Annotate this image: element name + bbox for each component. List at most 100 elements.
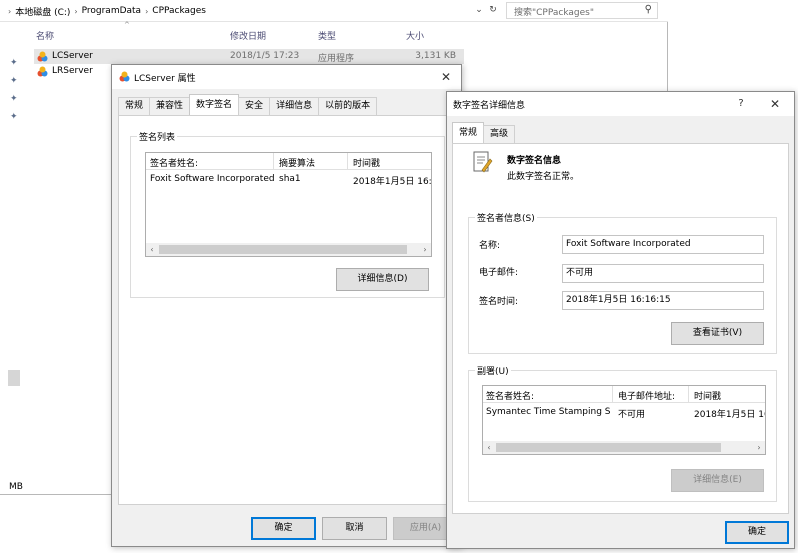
name-field[interactable]: Foxit Software Incorporated <box>562 235 764 254</box>
group-label: 签名列表 <box>137 130 178 143</box>
search-icon[interactable]: ⚲ <box>645 4 652 15</box>
signer-info-group: 签名者信息(S) 名称: Foxit Software Incorporated… <box>468 211 777 354</box>
column-header-name[interactable]: 名称 <box>36 29 54 42</box>
chevron-right-icon: › <box>145 6 149 16</box>
view-certificate-button[interactable]: 查看证书(V) <box>671 322 764 345</box>
tab-bar: 常规 高级 <box>452 122 516 143</box>
tab-details[interactable]: 详细信息 <box>269 97 320 115</box>
chevron-left-icon[interactable]: ‹ <box>483 442 495 453</box>
column-header-date[interactable]: 修改日期 <box>230 29 266 42</box>
horizontal-scrollbar[interactable]: ‹ › <box>146 243 431 256</box>
info-title: 数字签名信息 <box>507 156 562 166</box>
column-separator[interactable] <box>688 386 689 403</box>
application-icon <box>37 66 48 77</box>
tab-panel: 数字签名信息 此数字签名正常。 签名者信息(S) 名称: Foxit Softw… <box>452 143 789 514</box>
email-field[interactable]: 不可用 <box>562 264 764 283</box>
pin-icon[interactable]: ✦ <box>10 112 18 122</box>
file-name: LCServer <box>52 51 93 61</box>
list-item[interactable]: Foxit Software Incorporated sha1 2018年1月… <box>146 171 431 188</box>
timestamp: 2018年1月5日 16:... <box>353 177 431 187</box>
list-item[interactable]: Symantec Time Stamping S... 不可用 2018年1月5… <box>483 404 765 421</box>
tab-panel: 签名列表 签名者姓名: 摘要算法 时间戳 Foxit Software Inco… <box>118 115 455 505</box>
close-icon[interactable]: ✕ <box>437 68 455 86</box>
scrollbar-thumb[interactable] <box>159 245 407 254</box>
close-icon[interactable]: ✕ <box>766 95 784 113</box>
tab-general[interactable]: 常规 <box>452 122 485 143</box>
nav-pane-selection <box>8 370 20 386</box>
pin-icon[interactable]: ✦ <box>10 58 18 68</box>
countersignature-list[interactable]: 签名者姓名: 电子邮件地址: 时间戳 Symantec Time Stampin… <box>482 385 766 455</box>
dialog-titlebar[interactable]: 数字签名详细信息 ? ✕ <box>447 92 794 116</box>
help-icon[interactable]: ? <box>732 95 750 113</box>
tab-security[interactable]: 安全 <box>238 97 271 115</box>
breadcrumb-item[interactable]: 本地磁盘 (C:) <box>15 5 70 18</box>
signer-name: Symantec Time Stamping S... <box>486 407 610 417</box>
countersignatures-group: 副署(U) 签名者姓名: 电子邮件地址: 时间戳 Symantec Time S… <box>468 364 777 502</box>
chevron-down-icon[interactable]: ⌄ <box>472 3 486 18</box>
ok-button[interactable]: 确定 <box>725 521 789 544</box>
signing-time-field[interactable]: 2018年1月5日 16:16:15 <box>562 291 764 310</box>
ok-button[interactable]: 确定 <box>251 517 316 540</box>
pin-icon[interactable]: ✦ <box>10 94 18 104</box>
email-address: 不可用 <box>618 410 646 420</box>
dialog-title: 数字签名详细信息 <box>453 101 526 111</box>
chevron-left-icon[interactable]: ‹ <box>146 244 158 255</box>
chevron-right-icon[interactable]: › <box>419 244 431 255</box>
tab-general[interactable]: 常规 <box>118 97 151 115</box>
tab-digital-signatures[interactable]: 数字签名 <box>189 94 240 115</box>
breadcrumb-item[interactable]: CPPackages <box>152 6 206 16</box>
address-bar[interactable]: › 本地磁盘 (C:) › ProgramData › CPPackages ⌄… <box>0 0 668 22</box>
group-label: 副署(U) <box>475 364 511 377</box>
horizontal-scrollbar[interactable]: ‹ › <box>483 441 765 454</box>
column-header-email[interactable]: 电子邮件地址: <box>618 389 675 402</box>
tab-previous-versions[interactable]: 以前的版本 <box>318 97 378 115</box>
timestamp: 2018年1月5日 16 <box>694 410 766 420</box>
digest-algorithm: sha1 <box>279 174 301 184</box>
file-date: 2018/1/5 17:23 <box>230 51 300 61</box>
column-separator[interactable] <box>612 386 613 403</box>
details-button[interactable]: 详细信息(D) <box>336 268 429 291</box>
file-name: LRServer <box>52 66 93 76</box>
search-placeholder: 搜索"CPPackages" <box>514 8 594 18</box>
signature-list[interactable]: 签名者姓名: 摘要算法 时间戳 Foxit Software Incorpora… <box>145 152 432 257</box>
status-size-fragment: MB <box>9 482 23 492</box>
info-status: 此数字签名正常。 <box>507 172 580 182</box>
column-header-digest[interactable]: 摘要算法 <box>279 156 315 169</box>
search-input[interactable]: 搜索"CPPackages" ⚲ <box>506 2 658 19</box>
list-header: 签名者姓名: 电子邮件地址: 时间戳 <box>483 386 765 403</box>
group-label: 签名者信息(S) <box>475 211 537 224</box>
application-icon <box>119 71 130 82</box>
column-header-timestamp[interactable]: 时间戳 <box>694 389 721 402</box>
chevron-right-icon[interactable]: › <box>753 442 765 453</box>
countersignature-details-button[interactable]: 详细信息(E) <box>671 469 764 492</box>
tab-compatibility[interactable]: 兼容性 <box>149 97 191 115</box>
email-label: 电子邮件: <box>479 268 519 278</box>
column-header-type[interactable]: 类型 <box>318 29 336 42</box>
column-header-size[interactable]: 大小 <box>406 29 424 42</box>
chevron-right-icon: › <box>74 6 78 16</box>
signature-details-dialog: 数字签名详细信息 ? ✕ 常规 高级 数字签名信息 此数字签名正常。 签名者信息… <box>446 91 795 549</box>
file-size: 3,131 KB <box>415 51 456 61</box>
column-header-signer[interactable]: 签名者姓名: <box>486 389 534 402</box>
tab-advanced[interactable]: 高级 <box>483 125 516 143</box>
certificate-icon <box>473 151 493 173</box>
properties-dialog: LCServer 属性 ✕ 常规 兼容性 数字签名 安全 详细信息 以前的版本 … <box>111 64 462 547</box>
refresh-icon[interactable]: ↻ <box>486 3 500 18</box>
column-header-signer[interactable]: 签名者姓名: <box>150 156 198 169</box>
scrollbar-thumb[interactable] <box>496 443 721 452</box>
dialog-titlebar[interactable]: LCServer 属性 ✕ <box>112 65 461 89</box>
file-row[interactable]: LCServer 2018/1/5 17:23 应用程序 3,131 KB <box>34 49 464 64</box>
tab-bar: 常规 兼容性 数字签名 安全 详细信息 以前的版本 <box>118 94 378 115</box>
chevron-right-icon: › <box>8 6 12 16</box>
cancel-button[interactable]: 取消 <box>322 517 387 540</box>
dialog-title: LCServer 属性 <box>134 74 196 84</box>
breadcrumb-item[interactable]: ProgramData <box>82 6 141 16</box>
column-separator[interactable] <box>273 153 274 170</box>
column-separator[interactable] <box>347 153 348 170</box>
file-type: 应用程序 <box>318 54 355 64</box>
name-label: 名称: <box>479 241 501 251</box>
signing-time-label: 签名时间: <box>479 297 519 307</box>
column-header-timestamp[interactable]: 时间戳 <box>353 156 380 169</box>
sort-caret-icon: ^ <box>124 21 130 29</box>
pin-icon[interactable]: ✦ <box>10 76 18 86</box>
